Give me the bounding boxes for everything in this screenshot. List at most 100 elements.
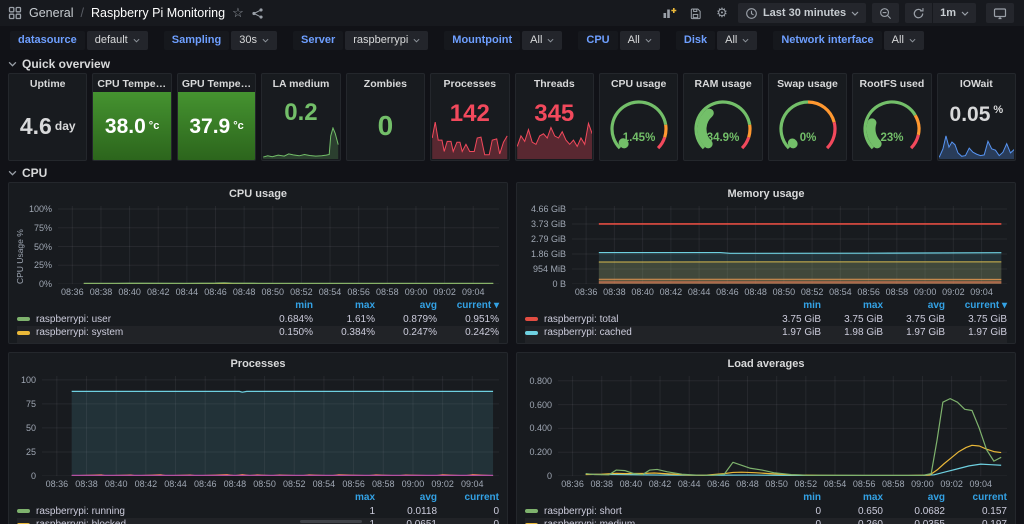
breadcrumb-dashboard[interactable]: Raspberry Pi Monitoring	[91, 6, 225, 20]
legend-series-name[interactable]: raspberrypi: running	[17, 506, 313, 517]
x-axis-tick: 08:36	[561, 479, 584, 489]
horizontal-scrollbar-thumb[interactable]	[300, 520, 362, 523]
chevron-down-icon	[961, 11, 969, 16]
legend-value: 1.97 GiB	[945, 327, 1007, 338]
legend-series-name[interactable]: raspberrypi: cached	[525, 327, 759, 338]
panel-iowait: IOWait 0.05%	[937, 73, 1016, 161]
x-axis-tick: 08:58	[882, 479, 905, 489]
legend-series-name[interactable]: raspberrypi: user	[17, 314, 251, 325]
stat-value: 0.05	[950, 104, 991, 125]
panel-title[interactable]: Processes	[9, 353, 507, 372]
panel-title[interactable]: Threads	[516, 74, 593, 92]
variable-value-dropdown[interactable]: raspberrypi	[345, 31, 428, 50]
legend-column-current[interactable]: current ▾	[437, 300, 499, 311]
panel-title[interactable]: RootFS used	[853, 74, 930, 92]
panel-title[interactable]: GPU Temperat...	[178, 74, 255, 92]
panel-title[interactable]: RAM usage	[684, 74, 761, 92]
plot-area[interactable]	[58, 206, 499, 284]
variable-label: Sampling	[164, 31, 230, 50]
time-range-picker[interactable]: Last 30 minutes	[738, 3, 866, 23]
panel-title[interactable]: CPU usage	[600, 74, 677, 92]
panel-title[interactable]: Processes	[431, 74, 508, 92]
plot-area[interactable]	[558, 376, 1007, 476]
legend-column-min[interactable]: min	[759, 300, 821, 311]
panel-la-medium: LA medium 0.2	[261, 73, 340, 161]
stat-unit: day	[55, 119, 76, 133]
x-axis-tick: 08:50	[253, 479, 276, 489]
x-axis-tick: 08:36	[46, 479, 69, 489]
dashboard-settings-icon[interactable]: ⚙	[712, 3, 732, 23]
x-axis-tick: 08:44	[678, 479, 701, 489]
y-axis: 0%25%50%75%100%	[26, 206, 58, 284]
x-axis-tick: 08:52	[801, 287, 824, 297]
legend-value: 0.150%	[251, 327, 313, 338]
x-axis-tick: 08:54	[829, 287, 852, 297]
legend-column-max[interactable]: max	[313, 300, 375, 311]
legend-column-avg[interactable]: avg	[375, 300, 437, 311]
refresh-interval-dropdown[interactable]: 1m	[933, 3, 976, 23]
magnifier-minus-icon	[879, 7, 892, 20]
variable-value-dropdown[interactable]: default	[87, 31, 148, 50]
zoom-out-time-button[interactable]	[872, 3, 899, 23]
x-axis-tick: 08:38	[603, 287, 626, 297]
panel-title[interactable]: Zombies	[347, 74, 424, 92]
panel-title[interactable]: CPU Temperat...	[93, 74, 170, 92]
plot-area[interactable]	[572, 206, 1007, 284]
legend-value: 1.97 GiB	[883, 327, 945, 338]
legend-column-avg[interactable]: avg	[883, 492, 945, 503]
breadcrumb-folder[interactable]: General	[29, 6, 73, 20]
x-axis: 08:3608:3808:4008:4208:4408:4608:4808:50…	[558, 476, 1007, 490]
quick-overview-row: Uptime 4.6day CPU Temperat... 38.0°c GPU…	[0, 73, 1024, 161]
refresh-button[interactable]	[905, 3, 932, 23]
x-axis-tick: 08:50	[773, 287, 796, 297]
section-header-quick-overview[interactable]: Quick overview	[8, 56, 1016, 71]
panel-title[interactable]: Load averages	[517, 353, 1015, 372]
panel-title[interactable]: IOWait	[938, 74, 1015, 92]
share-icon[interactable]	[251, 7, 264, 20]
panel-title[interactable]: Memory usage	[517, 183, 1015, 202]
legend-column-min[interactable]: min	[759, 492, 821, 503]
save-dashboard-icon[interactable]	[686, 3, 706, 23]
variable-sampling: Sampling 30s	[164, 31, 277, 50]
legend-column-avg[interactable]: avg	[375, 492, 437, 503]
variable-value-dropdown[interactable]: All	[717, 31, 757, 50]
legend-value: 1.98 GiB	[821, 327, 883, 338]
variable-value-dropdown[interactable]: All	[884, 31, 924, 50]
plot-area[interactable]	[42, 376, 499, 476]
legend-series-name[interactable]: raspberrypi: blocked	[17, 519, 313, 524]
dashboards-grid-icon[interactable]	[8, 6, 22, 20]
panel-title[interactable]: LA medium	[262, 74, 339, 92]
legend-row-clipped	[525, 340, 1007, 345]
y-axis-tick: 100%	[29, 204, 52, 214]
legend-column-max[interactable]: max	[313, 492, 375, 503]
legend-series-name[interactable]: raspberrypi: medium	[525, 519, 759, 524]
kiosk-mode-button[interactable]	[986, 3, 1014, 23]
variable-value-dropdown[interactable]: 30s	[231, 31, 277, 50]
stat-unit: %	[993, 104, 1003, 116]
legend-series-name[interactable]: raspberrypi: total	[525, 314, 759, 325]
legend-column-current[interactable]: current	[437, 492, 499, 503]
legend-column-avg[interactable]: avg	[883, 300, 945, 311]
legend-series-name[interactable]: raspberrypi: short	[525, 506, 759, 517]
top-navigation-bar: General / Raspberry Pi Monitoring ☆	[0, 0, 1024, 26]
x-axis: 08:3608:3808:4008:4208:4408:4608:4808:50…	[42, 476, 499, 490]
panel-title[interactable]: CPU usage	[9, 183, 507, 202]
panel-title[interactable]: Swap usage	[769, 74, 846, 92]
legend-column-min[interactable]: min	[251, 300, 313, 311]
legend-column-current[interactable]: current ▾	[945, 300, 1007, 311]
add-panel-icon[interactable]	[660, 3, 680, 23]
legend-series-name[interactable]: raspberrypi: system	[17, 327, 251, 338]
x-axis-tick: 08:44	[688, 287, 711, 297]
stat-value: 0	[378, 112, 394, 140]
favorite-star-icon[interactable]: ☆	[232, 5, 244, 21]
panel-title[interactable]: Uptime	[9, 74, 86, 92]
legend-column-max[interactable]: max	[821, 492, 883, 503]
svg-text:34.9%: 34.9%	[707, 132, 740, 144]
x-axis-tick: 08:42	[649, 479, 672, 489]
legend-column-current[interactable]: current	[945, 492, 1007, 503]
section-header-cpu[interactable]: CPU	[8, 165, 1016, 180]
variable-value-dropdown[interactable]: All	[620, 31, 660, 50]
variable-value-dropdown[interactable]: All	[522, 31, 562, 50]
x-axis-tick: 09:00	[402, 479, 425, 489]
legend-column-max[interactable]: max	[821, 300, 883, 311]
